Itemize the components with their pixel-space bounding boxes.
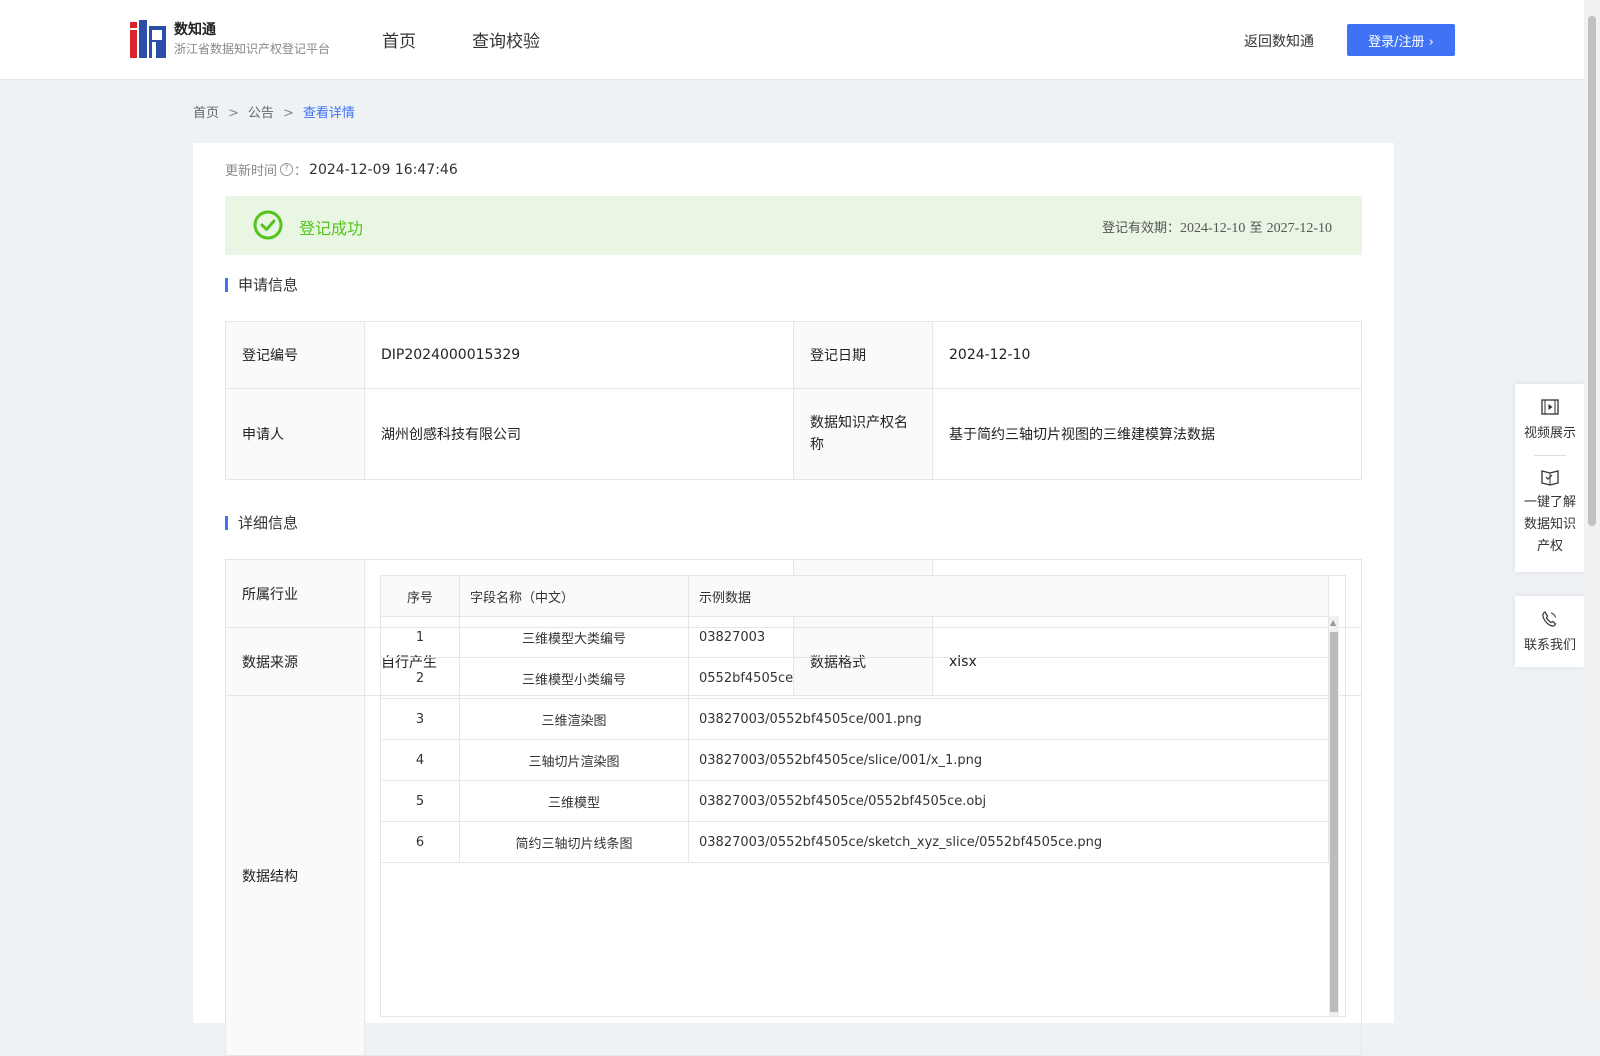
table-row: 1 三维模型大类编号 03827003 [381, 616, 1329, 658]
table-row: 6 简约三轴切片线条图 03827003/0552bf4505ce/sketch… [381, 821, 1329, 863]
apply-info-table: 登记编号 DIP2024000015329 登记日期 2024-12-10 申请… [225, 321, 1362, 480]
applicant-value: 湖州创感科技有限公司 [364, 388, 794, 480]
row-sample: 03827003/0552bf4505ce/slice/001/x_1.png [688, 739, 1329, 781]
data-source-label: 数据来源 [225, 627, 365, 696]
side-panel-main: 视频展示 一键了解数据知识产权 [1515, 384, 1585, 572]
table-row: 5 三维模型 03827003/0552bf4505ce/0552bf4505c… [381, 780, 1329, 822]
check-circle-icon [253, 210, 283, 240]
video-icon [1541, 399, 1559, 415]
validity-start: 2024-12-10 [1180, 221, 1246, 236]
nav-home[interactable]: 首页 [382, 27, 416, 52]
question-circle-icon[interactable]: ? [280, 163, 294, 176]
row-sample: 03827003/0552bf4505ce/0552bf4505ce.obj [688, 780, 1329, 822]
validity-end: 2027-12-10 [1266, 221, 1332, 236]
applicant-label: 申请人 [225, 388, 365, 480]
main-nav: 首页 查询校验 [382, 27, 540, 52]
scroll-up-icon[interactable]: ▲ [1330, 618, 1336, 627]
validity-to: 至 [1249, 221, 1263, 236]
contact-label: 联系我们 [1523, 638, 1576, 653]
validity-period: 登记有效期：2024-12-10 至 2027-12-10 [1102, 217, 1332, 237]
status-banner: 登记成功 登记有效期：2024-12-10 至 2027-12-10 [225, 196, 1362, 255]
table-scrollbar-thumb[interactable] [1330, 632, 1338, 1012]
update-colon: ： [294, 164, 308, 179]
table-row: 3 三维渲染图 03827003/0552bf4505ce/001.png [381, 698, 1329, 740]
video-showcase-button[interactable]: 视频展示 [1515, 384, 1585, 455]
side-panel-contact: 联系我们 [1515, 596, 1585, 667]
ip-name-label: 数据知识产权名称 [793, 388, 933, 480]
update-value: 2024-12-09 16:47:46 [309, 161, 458, 178]
app-name: 数知通 [174, 22, 216, 38]
breadcrumb: 首页 > 公告 > 查看详情 [193, 102, 355, 121]
contact-us-button[interactable]: 联系我们 [1515, 596, 1585, 667]
industry-label: 所属行业 [225, 559, 365, 628]
reg-date-value: 2024-12-10 [932, 321, 1362, 389]
breadcrumb-separator: > [228, 106, 239, 121]
update-time: 更新时间 ? ： 2024-12-09 16:47:46 [225, 160, 458, 180]
row-index: 6 [381, 821, 460, 863]
row-index: 4 [381, 739, 460, 781]
row-sample: 03827003/0552bf4505ce/sketch_xyz_slice/0… [688, 821, 1329, 863]
row-field: 简约三轴切片线条图 [459, 821, 689, 863]
top-header: 数知通 浙江省数据知识产权登记平台 首页 查询校验 返回数知通 登录/注册 › [0, 0, 1584, 80]
reg-date-label: 登记日期 [793, 321, 933, 389]
col-field-name: 字段名称（中文） [459, 576, 689, 617]
row-field: 三轴切片渲染图 [459, 739, 689, 781]
validity-label: 登记有效期： [1102, 221, 1181, 236]
row-sample: 03827003/0552bf4505ce/001.png [688, 698, 1329, 740]
logo-icon [130, 20, 166, 58]
nav-verify[interactable]: 查询校验 [472, 27, 540, 52]
learn-ip-button[interactable]: 一键了解数据知识产权 [1515, 456, 1585, 572]
table-row: 2 三维模型小类编号 0552bf4505ce [381, 657, 1329, 699]
reg-no-value: DIP2024000015329 [364, 321, 794, 389]
row-sample: 0552bf4505ce [688, 657, 1329, 699]
row-field: 三维渲染图 [459, 698, 689, 740]
table-scrollbar[interactable]: ▲ [1329, 616, 1339, 1016]
col-sample: 示例数据 [688, 576, 1329, 617]
app-subtitle: 浙江省数据知识产权登记平台 [174, 42, 331, 56]
data-structure-label: 数据结构 [225, 695, 365, 1056]
page-scrollbar-thumb[interactable] [1588, 16, 1596, 526]
learn-ip-label: 一键了解数据知识产权 [1523, 495, 1576, 554]
back-link[interactable]: 返回数知通 [1244, 31, 1314, 51]
table-row: 4 三轴切片渲染图 03827003/0552bf4505ce/slice/00… [381, 739, 1329, 781]
breadcrumb-home[interactable]: 首页 [193, 106, 219, 121]
row-sample: 03827003 [688, 616, 1329, 658]
breadcrumb-current: 查看详情 [302, 106, 355, 121]
logo[interactable]: 数知通 浙江省数据知识产权登记平台 [130, 20, 330, 58]
ip-name-value: 基于简约三轴切片视图的三维建模算法数据 [932, 388, 1362, 480]
row-index: 1 [381, 616, 460, 658]
reg-no-label: 登记编号 [225, 321, 365, 389]
row-field: 三维模型小类编号 [459, 657, 689, 699]
section-apply-title: 申请信息 [225, 278, 298, 293]
row-index: 2 [381, 657, 460, 699]
update-label: 更新时间 [225, 164, 278, 179]
status-text: 登记成功 [299, 219, 364, 238]
login-button[interactable]: 登录/注册 › [1347, 24, 1455, 56]
page-scrollbar[interactable] [1584, 0, 1600, 1000]
structure-table: 序号 字段名称（中文） 示例数据 1 三维模型大类编号 03827003 2 三… [381, 576, 1329, 863]
row-field: 三维模型 [459, 780, 689, 822]
breadcrumb-separator: > [282, 106, 294, 121]
row-index: 3 [381, 698, 460, 740]
row-index: 5 [381, 780, 460, 822]
col-index: 序号 [381, 576, 460, 617]
structure-table-container[interactable]: 序号 字段名称（中文） 示例数据 1 三维模型大类编号 03827003 2 三… [380, 575, 1346, 1017]
structure-rows: 1 三维模型大类编号 03827003 2 三维模型小类编号 0552bf450… [381, 616, 1329, 863]
section-detail-title: 详细信息 [225, 516, 298, 531]
book-icon [1541, 470, 1559, 486]
video-label: 视频展示 [1523, 426, 1576, 441]
phone-icon [1542, 611, 1557, 627]
row-field: 三维模型大类编号 [459, 616, 689, 658]
breadcrumb-notice[interactable]: 公告 [248, 106, 274, 121]
